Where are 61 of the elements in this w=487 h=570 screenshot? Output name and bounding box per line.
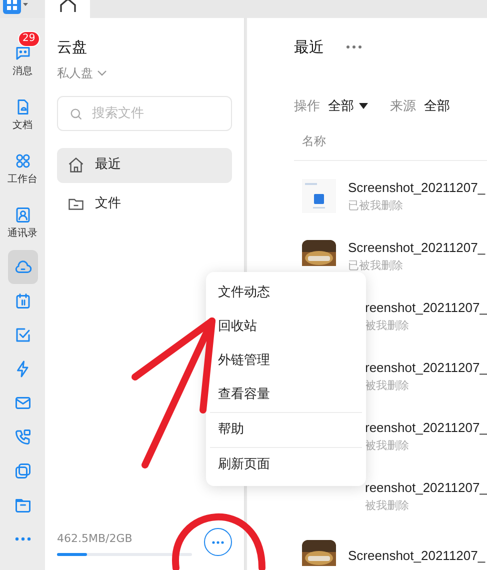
storage-usage: 462.5MB/2GB	[57, 530, 134, 546]
unread-badge: 29	[18, 31, 40, 47]
nav-item[interactable]: 最近	[57, 148, 232, 182]
rail-item[interactable]: 文档	[8, 88, 38, 142]
menu-item[interactable]: 查看容量	[210, 378, 362, 412]
file-status: 已被我删除	[348, 258, 404, 274]
menu-item[interactable]: 刷新页面	[210, 448, 362, 482]
file-status: 已被我删除	[348, 198, 404, 214]
checkbox-icon	[14, 326, 32, 344]
file-name[interactable]: Screenshot_20211207_	[348, 238, 486, 258]
drive-selector[interactable]: 私人盘	[57, 64, 107, 82]
menu-item[interactable]: 文件动态	[210, 276, 362, 310]
filter-dropdown[interactable]: 全部	[328, 96, 368, 116]
more-button[interactable]	[204, 528, 232, 556]
more-icon	[212, 540, 224, 544]
home-tab[interactable]	[45, 0, 90, 18]
file-name[interactable]: reenshot_20211207_	[365, 418, 487, 438]
file-status: 被我删除	[365, 438, 410, 454]
file-name[interactable]: reenshot_20211207_	[365, 478, 487, 498]
menu-item[interactable]: 外链管理	[210, 344, 362, 378]
file-name[interactable]: Screenshot_20211207_	[348, 546, 486, 566]
home-icon	[58, 0, 76, 12]
apps-icon	[14, 152, 32, 170]
file-name[interactable]: Screenshot_20211207_	[348, 178, 486, 198]
chevron-icon	[97, 70, 107, 76]
menu-item[interactable]: 帮助	[210, 413, 362, 447]
file-status: 被我删除	[365, 378, 410, 394]
rail-label: 工作台	[8, 172, 38, 186]
nav-item[interactable]: 文件	[57, 186, 232, 222]
filter-dropdown[interactable]: 全部	[424, 96, 450, 116]
search-field[interactable]: 搜索文件	[57, 96, 232, 130]
file-name[interactable]: reenshot_20211207_	[365, 358, 487, 378]
phone-icon	[14, 428, 32, 446]
rail-item[interactable]: 消息 29	[8, 34, 38, 88]
file-name[interactable]: reenshot_20211207_	[365, 298, 487, 318]
menu-item[interactable]: 回收站	[210, 310, 362, 344]
search-icon	[69, 106, 83, 120]
app-grid-icon[interactable]	[3, 0, 29, 14]
calendar-icon	[14, 292, 32, 310]
rail-label: 文档	[12, 118, 32, 132]
caret-icon	[359, 103, 368, 110]
folder-icon	[14, 496, 32, 514]
rail-item[interactable]: 工作台	[8, 142, 38, 196]
mail-icon	[14, 394, 32, 412]
file-status: 被我删除	[365, 498, 410, 514]
page-title: 最近	[294, 37, 324, 58]
column-header: 名称	[302, 134, 326, 148]
cloud-icon	[14, 258, 32, 276]
more-icon	[14, 537, 30, 541]
rail-item[interactable]	[8, 250, 38, 284]
notes-icon	[14, 462, 32, 480]
filter-label: 来源	[390, 98, 416, 116]
rail-item[interactable]: 通讯录	[8, 196, 38, 250]
filter-label: 操作	[294, 98, 320, 116]
more-icon[interactable]	[346, 45, 362, 50]
panel-title: 云盘	[57, 37, 88, 58]
rail-label: 通讯录	[8, 226, 38, 240]
file-status: 被我删除	[365, 318, 410, 334]
home-icon	[67, 156, 85, 174]
rail-label: 消息	[12, 64, 32, 78]
contact-card-icon	[14, 206, 32, 224]
